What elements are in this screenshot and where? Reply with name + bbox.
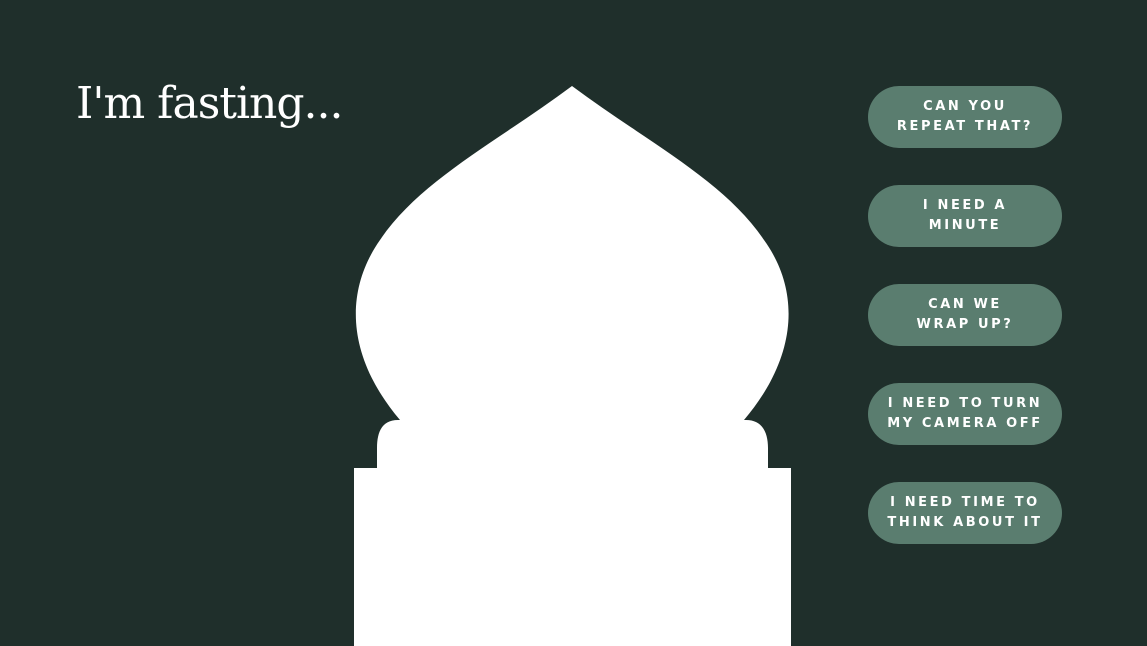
quick-reply-buttons: CAN YOU REPEAT THAT? I NEED A MINUTE CAN… xyxy=(868,86,1062,581)
think-about-it-button-label: I NEED TIME TO THINK ABOUT IT xyxy=(887,495,1043,530)
camera-off-button-label: I NEED TO TURN MY CAMERA OFF xyxy=(887,396,1043,431)
page-title: I'm fasting... xyxy=(76,78,343,129)
camera-off-button[interactable]: I NEED TO TURN MY CAMERA OFF xyxy=(868,383,1062,445)
wrap-up-button[interactable]: CAN WE WRAP UP? xyxy=(868,284,1062,346)
arch-silhouette xyxy=(354,86,791,646)
wrap-up-button-label: CAN WE WRAP UP? xyxy=(916,297,1014,332)
repeat-that-button-label: CAN YOU REPEAT THAT? xyxy=(896,99,1034,134)
think-about-it-button[interactable]: I NEED TIME TO THINK ABOUT IT xyxy=(868,482,1062,544)
repeat-that-button[interactable]: CAN YOU REPEAT THAT? xyxy=(868,86,1062,148)
meeting-background: I'm fasting... CAN YOU REPEAT THAT? I NE… xyxy=(0,0,1147,646)
need-a-minute-button-label: I NEED A MINUTE xyxy=(922,198,1008,233)
need-a-minute-button[interactable]: I NEED A MINUTE xyxy=(868,185,1062,247)
